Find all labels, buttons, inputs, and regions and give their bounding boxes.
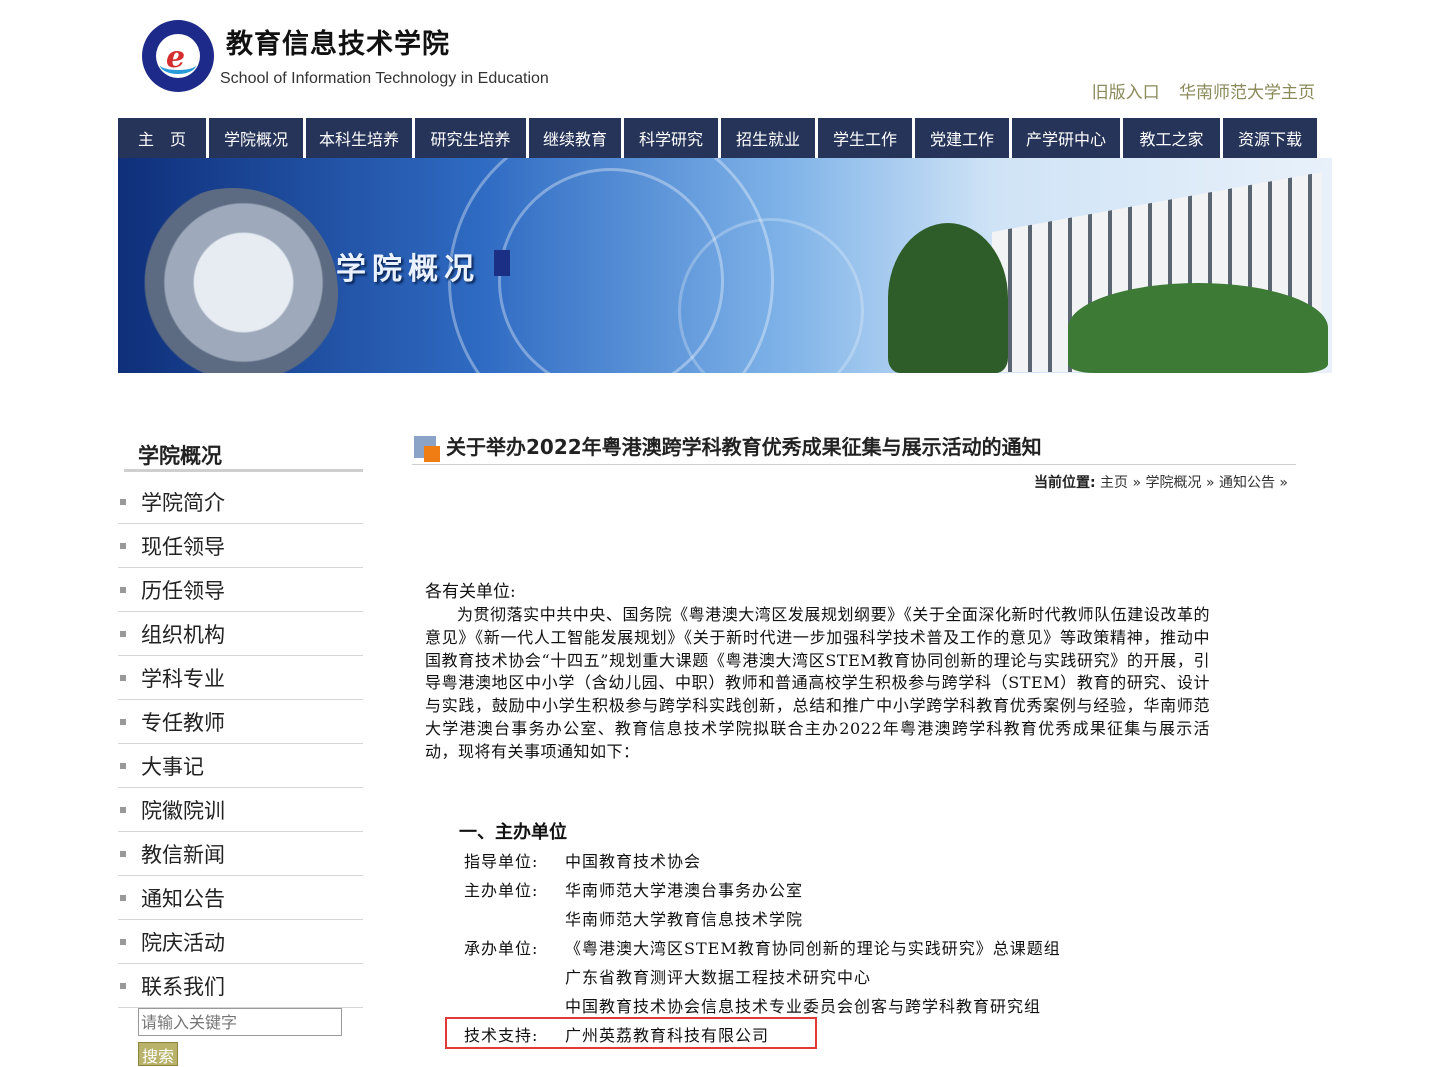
bullet-icon [120, 894, 126, 901]
sidebar-title: 学院概况 [138, 444, 222, 468]
bullet-icon [120, 762, 126, 769]
site-title-en: School of Information Technology in Educ… [220, 70, 549, 87]
sidebar-menu: 学院简介 现任领导 历任领导 组织机构 学科专业 专任教师 大事记 院徽院训 教… [118, 480, 363, 1008]
satellite-dish-image [128, 188, 338, 373]
sidebar-item-majors[interactable]: 学科专业 [118, 656, 363, 700]
bullet-icon [120, 850, 126, 857]
sidebar-divider [124, 469, 363, 472]
tree-image [1068, 283, 1328, 373]
sidebar-item-label: 联系我们 [141, 974, 225, 999]
site-title-cn: 教育信息技术学院 [226, 29, 450, 60]
nav-item-downloads[interactable]: 资源下载 [1223, 118, 1317, 158]
sidebar-item-current-leaders[interactable]: 现任领导 [118, 524, 363, 568]
sidebar-item-label: 学科专业 [141, 666, 225, 691]
bullet-icon [120, 586, 126, 593]
sidebar-item-label: 组织机构 [141, 622, 225, 647]
nav-item-undergrad[interactable]: 本科生培养 [306, 118, 412, 158]
salutation: 各有关单位: [425, 582, 516, 602]
bullet-icon [120, 938, 126, 945]
nav-item-graduate[interactable]: 研究生培养 [415, 118, 526, 158]
sidebar-item-faculty[interactable]: 专任教师 [118, 700, 363, 744]
sidebar-item-label: 教信新闻 [141, 842, 225, 867]
title-divider [412, 464, 1296, 465]
organizer-value: 《粤港澳大湾区STEM教育协同创新的理论与实践研究》总课题组 [565, 939, 1061, 958]
sidebar-item-milestones[interactable]: 大事记 [118, 744, 363, 788]
title-square-icon [414, 436, 440, 462]
banner-label: 学院概况 [336, 252, 480, 287]
nav-item-student[interactable]: 学生工作 [818, 118, 912, 158]
organizer-value: 华南师范大学教育信息技术学院 [565, 910, 804, 929]
organizer-label: 指导单位: [464, 852, 539, 871]
organizer-value: 中国教育技术协会信息技术专业委员会创客与跨学科教育研究组 [565, 997, 1042, 1016]
highlight-box [445, 1017, 817, 1049]
sidebar-item-organization[interactable]: 组织机构 [118, 612, 363, 656]
sidebar-item-contact[interactable]: 联系我们 [118, 964, 363, 1008]
article-title: 关于举办2022年粤港澳跨学科教育优秀成果征集与展示活动的通知 [446, 435, 1042, 459]
sidebar-item-intro[interactable]: 学院简介 [118, 480, 363, 524]
banner-mark [494, 250, 510, 276]
organizer-label: 主办单位: [464, 881, 539, 900]
nav-item-about[interactable]: 学院概况 [209, 118, 303, 158]
breadcrumb-home[interactable]: 主页 [1100, 475, 1128, 491]
sidebar-item-label: 通知公告 [141, 886, 225, 911]
section-heading: 一、主办单位 [459, 822, 567, 843]
sidebar-item-label: 专任教师 [141, 710, 225, 735]
logo-swirl [160, 56, 196, 74]
sidebar-item-emblem-motto[interactable]: 院徽院训 [118, 788, 363, 832]
bullet-icon [120, 498, 126, 505]
tree-image [888, 223, 1008, 373]
nav-item-staff[interactable]: 教工之家 [1123, 118, 1220, 158]
organizer-value: 广东省教育测评大数据工程技术研究中心 [565, 968, 872, 987]
organizer-value: 中国教育技术协会 [565, 852, 702, 871]
bullet-icon [120, 806, 126, 813]
sidebar-item-anniversary[interactable]: 院庆活动 [118, 920, 363, 964]
nav-item-home[interactable]: 主 页 [118, 118, 206, 158]
sidebar-item-label: 历任领导 [141, 578, 225, 603]
bullet-icon [120, 982, 126, 989]
sidebar-item-label: 院徽院训 [141, 798, 225, 823]
logo-emblem-icon: e [156, 34, 200, 78]
nav-item-industry[interactable]: 产学研中心 [1012, 118, 1120, 158]
main-nav: 主 页 学院概况 本科生培养 研究生培养 继续教育 科学研究 招生就业 学生工作… [118, 118, 1329, 158]
sidebar-item-label: 学院简介 [141, 490, 225, 515]
breadcrumb-label: 当前位置: [1033, 475, 1096, 491]
organizer-label: 承办单位: [464, 939, 539, 958]
bullet-icon [120, 674, 126, 681]
sidebar-item-label: 现任领导 [141, 534, 225, 559]
breadcrumb-notices[interactable]: 通知公告 [1219, 475, 1275, 491]
nav-item-continuing[interactable]: 继续教育 [529, 118, 621, 158]
old-version-link[interactable]: 旧版入口 [1092, 83, 1160, 103]
top-links: 旧版入口 华南师范大学主页 [1078, 78, 1315, 103]
search-input[interactable] [138, 1008, 342, 1036]
university-home-link[interactable]: 华南师范大学主页 [1179, 83, 1315, 103]
breadcrumb: 当前位置: 主页 » 学院概况 » 通知公告 » [1033, 475, 1288, 491]
search-button[interactable]: 搜索 [138, 1042, 178, 1066]
organizer-value: 华南师范大学港澳台事务办公室 [565, 881, 804, 900]
sidebar-item-news[interactable]: 教信新闻 [118, 832, 363, 876]
banner-image: 学院概况 [118, 158, 1332, 373]
sidebar-item-label: 院庆活动 [141, 930, 225, 955]
bullet-icon [120, 630, 126, 637]
school-logo: e [142, 20, 214, 92]
intro-paragraph: 为贯彻落实中共中央、国务院《粤港澳大湾区发展规划纲要》《关于全面深化新时代教师队… [425, 605, 1210, 761]
nav-item-party[interactable]: 党建工作 [915, 118, 1009, 158]
nav-item-admission[interactable]: 招生就业 [721, 118, 815, 158]
nav-item-research[interactable]: 科学研究 [624, 118, 718, 158]
bullet-icon [120, 542, 126, 549]
sidebar-item-former-leaders[interactable]: 历任领导 [118, 568, 363, 612]
sidebar-item-label: 大事记 [141, 754, 204, 779]
title-icon-front [424, 446, 440, 462]
sidebar-item-notices[interactable]: 通知公告 [118, 876, 363, 920]
bullet-icon [120, 718, 126, 725]
breadcrumb-about[interactable]: 学院概况 [1146, 475, 1202, 491]
